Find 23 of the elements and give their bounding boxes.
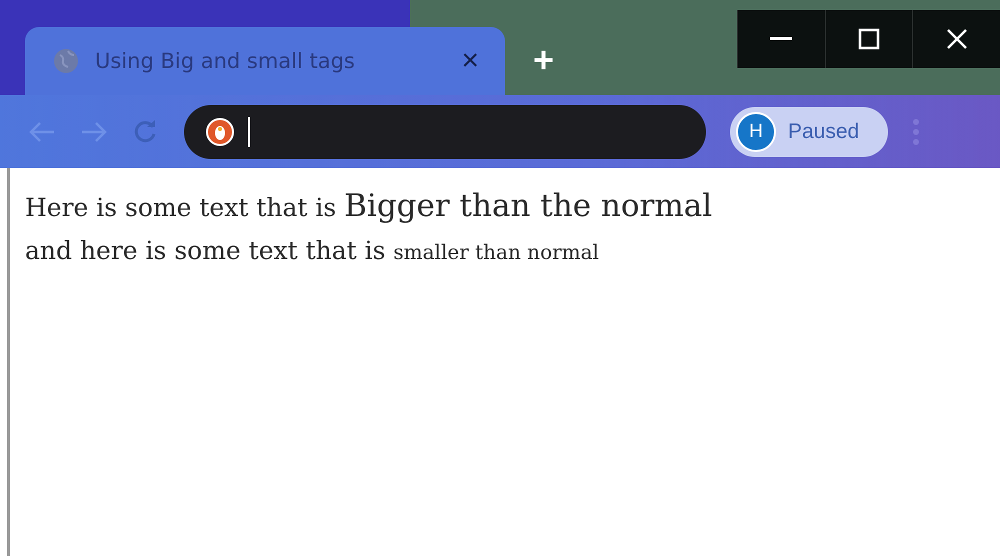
more-icon: [912, 118, 920, 146]
menu-button[interactable]: [912, 118, 920, 146]
back-arrow-icon: [28, 120, 56, 144]
reload-icon: [132, 118, 158, 144]
new-tab-button[interactable]: +: [525, 39, 562, 81]
text-paragraph: and here is some text that is smaller than normal: [25, 235, 600, 267]
forward-button[interactable]: [80, 120, 108, 144]
profile-button[interactable]: H Paused: [730, 106, 888, 156]
address-bar[interactable]: [184, 104, 706, 158]
browser-tab[interactable]: Using Big and small tags ×: [25, 27, 505, 95]
globe-icon: [53, 48, 79, 74]
close-icon: [946, 28, 968, 50]
profile-avatar: H: [736, 112, 776, 152]
minimize-icon: [770, 37, 792, 41]
close-tab-button[interactable]: ×: [455, 44, 485, 78]
tab-title: Using Big and small tags: [95, 49, 356, 73]
reload-button[interactable]: [132, 118, 158, 144]
forward-arrow-icon: [80, 120, 108, 144]
profile-status: Paused: [788, 120, 860, 144]
back-button[interactable]: [28, 120, 56, 144]
maximize-icon: [858, 28, 880, 50]
duck-logo-icon: [206, 118, 234, 146]
text-paragraph: Here is some text that is Bigger than the normal: [25, 187, 714, 226]
